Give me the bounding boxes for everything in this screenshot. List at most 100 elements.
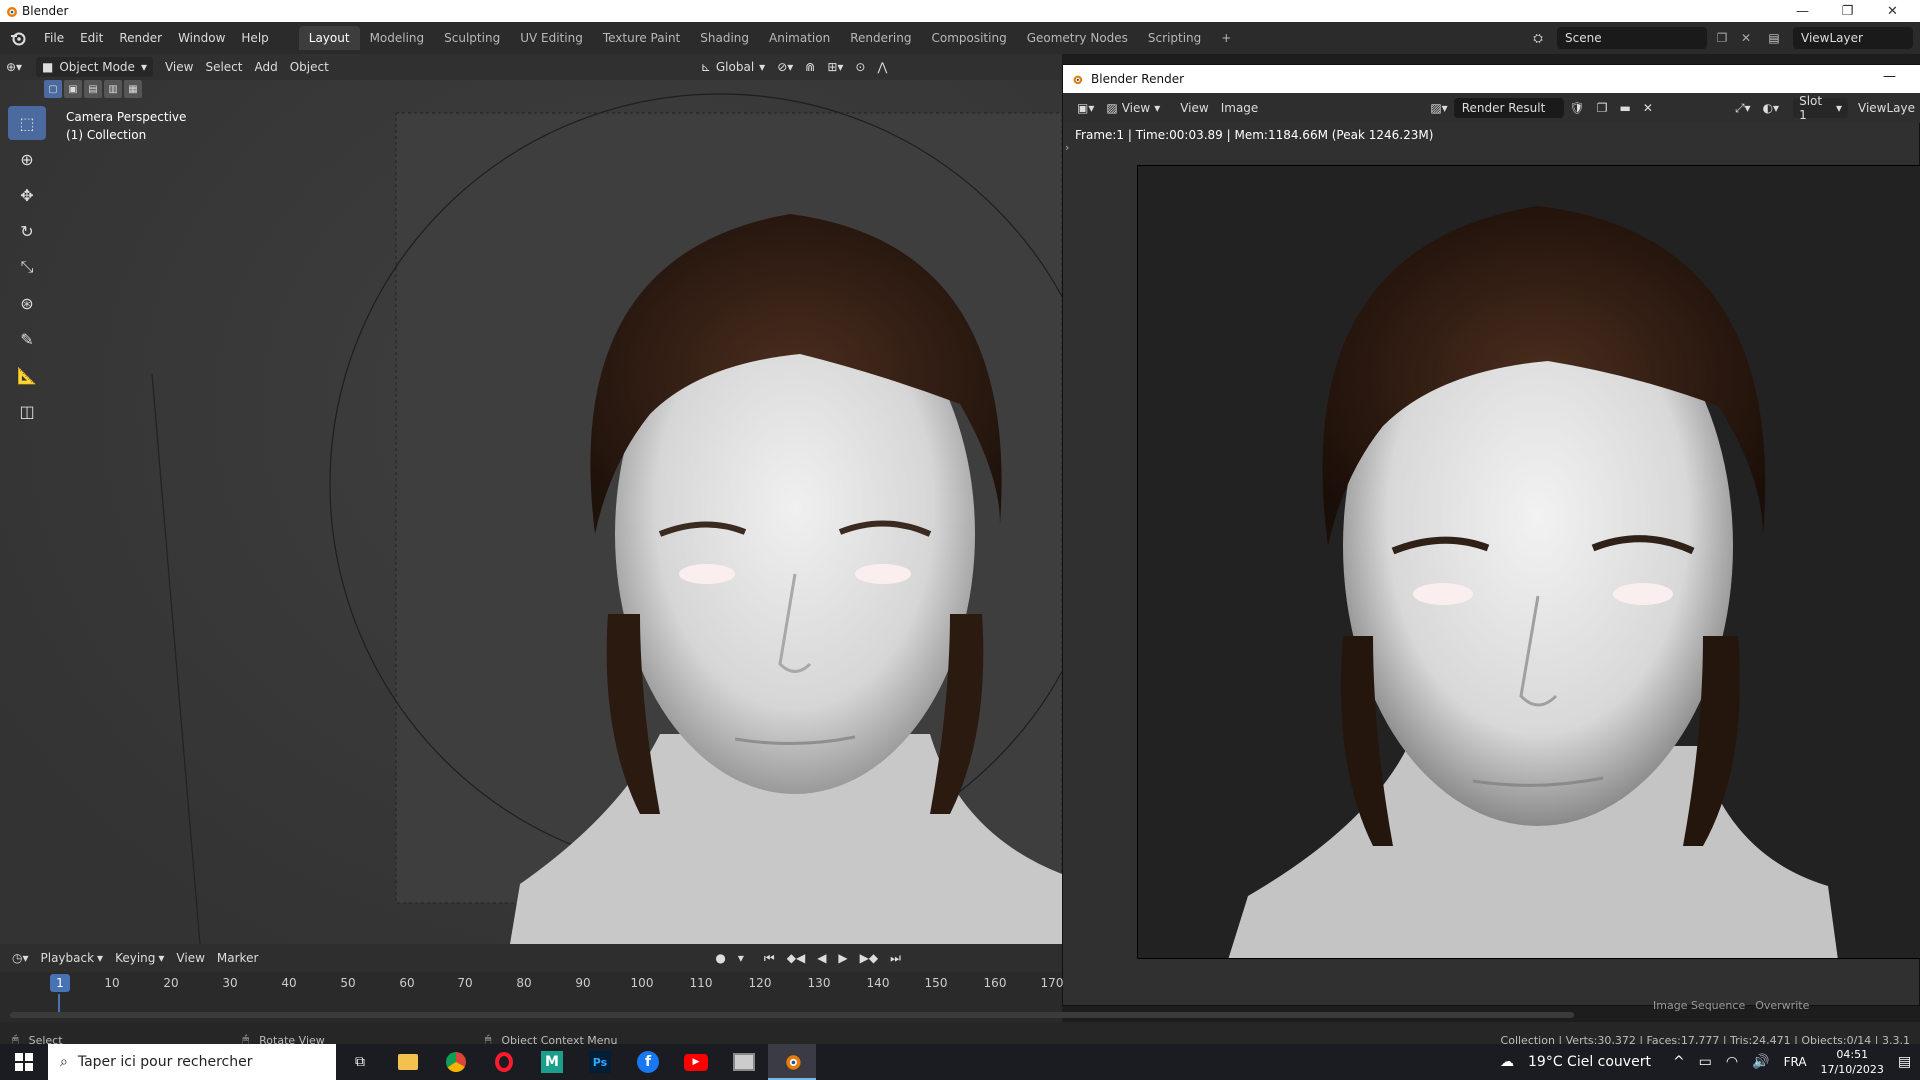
jump-start-icon[interactable]: ⏮ <box>758 948 781 968</box>
scale-icon[interactable]: ⤡ <box>8 250 46 284</box>
chevron-down-icon[interactable]: ▾ <box>732 948 750 968</box>
minimize-icon[interactable]: — <box>1883 69 1896 84</box>
editor-type-icon[interactable]: ◷▾ <box>6 948 35 968</box>
windows-start-icon[interactable] <box>0 1044 48 1080</box>
snap-target-icon[interactable]: ⊞▾ <box>821 57 849 77</box>
file-explorer-icon[interactable] <box>384 1044 432 1080</box>
prev-keyframe-icon[interactable]: ◆◀ <box>781 948 811 968</box>
cursor-icon[interactable]: ⊕ <box>8 142 46 176</box>
tab-uv-editing[interactable]: UV Editing <box>510 26 593 50</box>
annotate-icon[interactable]: ✎ <box>8 322 46 356</box>
menu-object[interactable]: Object <box>284 57 335 77</box>
menu-render[interactable]: Render <box>111 27 170 49</box>
play-reverse-icon[interactable]: ◀ <box>811 948 832 968</box>
menu-help[interactable]: Help <box>233 27 276 49</box>
notifications-icon[interactable]: ▤ <box>1898 1054 1911 1070</box>
task-view-icon[interactable]: ⧉ <box>336 1044 384 1080</box>
proportional-edit-icon[interactable]: ⊙ <box>849 57 871 77</box>
sidebar-toggle-icon[interactable]: › <box>1065 141 1069 154</box>
tab-modeling[interactable]: Modeling <box>360 26 435 50</box>
menu-edit[interactable]: Edit <box>72 27 111 49</box>
tab-shading[interactable]: Shading <box>690 26 759 50</box>
opera-icon[interactable] <box>480 1044 528 1080</box>
tab-geometry-nodes[interactable]: Geometry Nodes <box>1017 26 1138 50</box>
tab-animation[interactable]: Animation <box>759 26 840 50</box>
tab-scripting[interactable]: Scripting <box>1138 26 1211 50</box>
menu-file[interactable]: File <box>36 27 72 49</box>
menu-image[interactable]: Image <box>1215 98 1265 118</box>
weather-text[interactable]: 19°C Ciel couvert <box>1528 1054 1651 1070</box>
new-scene-icon[interactable]: ❐ <box>1713 31 1731 45</box>
transform-icon[interactable]: ⊛ <box>8 286 46 320</box>
transform-orientation-dropdown[interactable]: ⊾ Global ▾ <box>695 57 771 77</box>
timeline-ruler[interactable]: 1 10 20 30 40 50 60 70 80 90 100 110 120… <box>0 972 1063 994</box>
menu-view[interactable]: View <box>170 948 210 968</box>
next-keyframe-icon[interactable]: ▶◆ <box>854 948 884 968</box>
move-icon[interactable]: ✥ <box>8 178 46 212</box>
menu-marker[interactable]: Marker <box>211 948 264 968</box>
select-box-icon[interactable]: ⬚ <box>8 106 46 140</box>
view-mode-dropdown[interactable]: ▨ View ▾ <box>1100 98 1166 118</box>
menu-add[interactable]: Add <box>248 57 283 77</box>
render-result-image[interactable] <box>1137 165 1920 959</box>
blender-menu-icon[interactable] <box>0 22 36 54</box>
tab-rendering[interactable]: Rendering <box>840 26 921 50</box>
chevron-up-icon[interactable]: ^ <box>1673 1054 1685 1070</box>
blender-taskbar-icon[interactable] <box>768 1044 816 1080</box>
scene-browse-icon[interactable]: ⛭ <box>1525 27 1551 49</box>
tab-sculpting[interactable]: Sculpting <box>434 26 510 50</box>
play-icon[interactable]: ▶ <box>832 948 853 968</box>
jump-end-icon[interactable]: ⏭ <box>884 948 907 968</box>
editor-type-icon[interactable]: ⊕▾ <box>0 57 36 77</box>
pivot-icon[interactable]: ⊘▾ <box>771 57 799 77</box>
photoshop-icon[interactable]: Ps <box>576 1044 624 1080</box>
measure-icon[interactable]: 📐 <box>8 358 46 392</box>
delete-scene-icon[interactable]: ✕ <box>1737 31 1755 45</box>
network-icon[interactable]: ◠ <box>1726 1054 1738 1070</box>
current-frame-indicator[interactable]: 1 <box>50 974 70 992</box>
gizmo-icon[interactable]: ⤢▾ <box>1729 98 1757 118</box>
new-image-icon[interactable]: ❐ <box>1591 98 1614 118</box>
display-icon[interactable]: ▭ <box>1699 1054 1712 1070</box>
close-icon[interactable]: ✕ <box>1870 0 1915 22</box>
viewlayer-name-field[interactable]: ViewLayer <box>1793 27 1913 49</box>
3d-viewport[interactable]: ⊕▾ ■ Object Mode ▾ View Select Add Objec… <box>0 54 1062 944</box>
taskbar-search-box[interactable]: ⌕ Taper ici pour rechercher <box>48 1044 336 1080</box>
editor-type-icon[interactable]: ▣▾ <box>1071 98 1100 118</box>
tab-layout[interactable]: Layout <box>298 26 360 50</box>
image-browse-icon[interactable]: ▨▾ <box>1424 98 1453 118</box>
tab-texture-paint[interactable]: Texture Paint <box>593 26 690 50</box>
menu-window[interactable]: Window <box>170 27 233 49</box>
minimize-icon[interactable]: — <box>1780 0 1825 22</box>
snap-icon[interactable]: ⋒ <box>799 57 821 77</box>
viewlayer-browse-icon[interactable]: ▤ <box>1761 27 1787 49</box>
select-new-icon[interactable]: ▢ <box>44 80 62 98</box>
select-intersect-icon[interactable]: ▦ <box>124 80 142 98</box>
playback-menu[interactable]: Playback ▾ <box>35 948 110 968</box>
clock[interactable]: 04:51 17/10/2023 <box>1821 1047 1884 1077</box>
unlink-image-icon[interactable]: ✕ <box>1637 98 1659 118</box>
maximize-icon[interactable]: ❐ <box>1825 0 1870 22</box>
select-extend-icon[interactable]: ▣ <box>64 80 82 98</box>
tab-compositing[interactable]: Compositing <box>921 26 1016 50</box>
falloff-icon[interactable]: ⋀ <box>871 57 893 77</box>
open-image-icon[interactable]: ▬ <box>1614 98 1637 118</box>
add-workspace-icon[interactable]: + <box>1211 26 1241 50</box>
select-invert-icon[interactable]: ▥ <box>104 80 122 98</box>
facebook-icon[interactable]: f <box>624 1044 672 1080</box>
m-app-icon[interactable]: M <box>528 1044 576 1080</box>
mode-selector[interactable]: ■ Object Mode ▾ <box>36 57 153 77</box>
menu-view[interactable]: View <box>1174 98 1214 118</box>
chrome-icon[interactable] <box>432 1044 480 1080</box>
viewlayer-label[interactable]: ViewLaye <box>1852 98 1920 118</box>
youtube-icon[interactable]: ▶ <box>672 1044 720 1080</box>
overwrite-checkbox[interactable]: Overwrite <box>1755 999 1809 1012</box>
overlay-icon[interactable]: ◐▾ <box>1757 98 1786 118</box>
record-icon[interactable]: ● <box>709 948 731 968</box>
volume-icon[interactable]: 🔊 <box>1752 1054 1769 1070</box>
image-name-field[interactable]: Render Result <box>1453 98 1564 118</box>
slot-dropdown[interactable]: Slot 1 ▾ <box>1793 94 1848 122</box>
language-indicator[interactable]: FRA <box>1784 1055 1807 1069</box>
window-app-icon[interactable] <box>720 1044 768 1080</box>
add-cube-icon[interactable]: ◫ <box>8 394 46 428</box>
